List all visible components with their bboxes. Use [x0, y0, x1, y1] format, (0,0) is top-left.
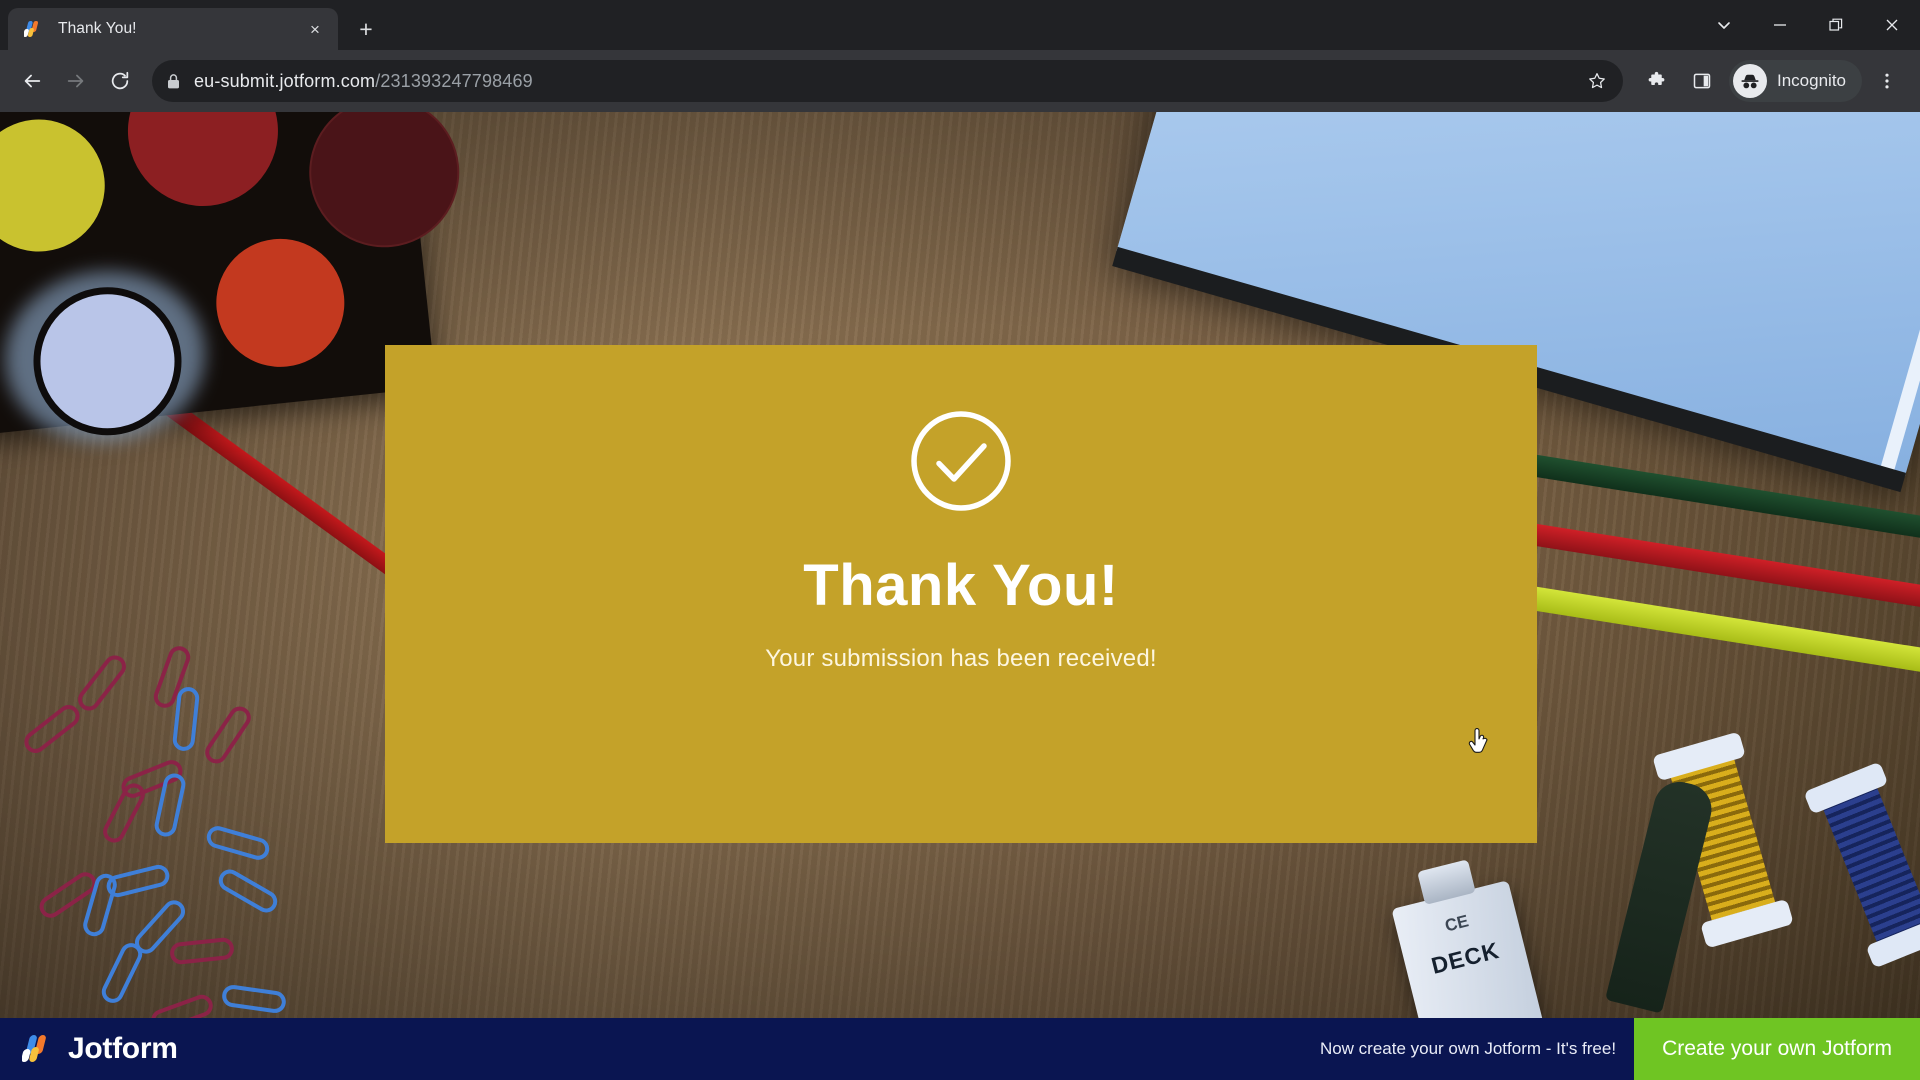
side-panel-button[interactable] [1681, 60, 1723, 102]
paint-pan-orange [209, 232, 351, 374]
url-path: /231393247798469 [375, 70, 533, 91]
paint-pan-red [120, 112, 286, 214]
tab-title: Thank You! [58, 20, 137, 37]
lock-icon [152, 73, 194, 90]
pointer-hand-cursor [1468, 728, 1490, 754]
reload-button[interactable] [100, 61, 140, 101]
tab-close-button[interactable]: × [302, 16, 328, 42]
browser-tab[interactable]: Thank You! × [8, 8, 338, 50]
jotform-footer-right: Now create your own Jotform - It's free!… [1320, 1018, 1920, 1080]
thank-you-card: Thank You! Your submission has been rece… [385, 345, 1537, 843]
url-domain: eu-submit.jotform.com [194, 70, 376, 91]
bookmark-star-icon[interactable] [1579, 71, 1615, 91]
incognito-hat-icon [1733, 64, 1767, 98]
paint-pan-yellow [0, 112, 112, 259]
confirmation-message: Your submission has been received! [765, 645, 1157, 672]
page-title: Thank You! [803, 553, 1119, 618]
close-window-button[interactable] [1864, 0, 1920, 50]
browser-toolbar: eu-submit.jotform.com/231393247798469 In… [0, 50, 1920, 112]
jotform-brand-name: Jotform [68, 1032, 178, 1065]
browser-window: Thank You! × + eu-submit.jotform.com/231… [0, 0, 1920, 1080]
check-circle-icon [907, 407, 1015, 515]
window-controls [1696, 0, 1920, 50]
incognito-indicator[interactable]: Incognito [1729, 60, 1862, 102]
jotform-logo-icon [21, 1032, 56, 1066]
page-viewport: CE DECK Thank You! Your submission has b… [0, 112, 1920, 1080]
create-your-own-jotform-button[interactable]: Create your own Jotform [1634, 1018, 1920, 1080]
jotform-favicon-icon [23, 19, 44, 39]
tab-strip: Thank You! × + [0, 0, 1920, 50]
jotform-promo-text: Now create your own Jotform - It's free! [1319, 1039, 1617, 1058]
address-bar[interactable]: eu-submit.jotform.com/231393247798469 [152, 60, 1623, 102]
url-text[interactable]: eu-submit.jotform.com/231393247798469 [194, 71, 1579, 92]
jotform-footer-bar: Jotform Now create your own Jotform - It… [0, 1018, 1920, 1080]
browser-menu-button[interactable] [1866, 60, 1908, 102]
jotform-logo[interactable]: Jotform [21, 1032, 178, 1066]
maximize-restore-button[interactable] [1808, 0, 1864, 50]
new-tab-button[interactable]: + [348, 11, 384, 47]
back-button[interactable] [12, 61, 52, 101]
tab-search-button[interactable] [1696, 0, 1752, 50]
incognito-label: Incognito [1777, 71, 1846, 90]
watercolor-palette [0, 112, 467, 452]
minimize-button[interactable] [1752, 0, 1808, 50]
forward-button[interactable] [56, 61, 96, 101]
paper-clips-cluster [10, 643, 410, 1072]
extensions-button[interactable] [1635, 60, 1677, 102]
